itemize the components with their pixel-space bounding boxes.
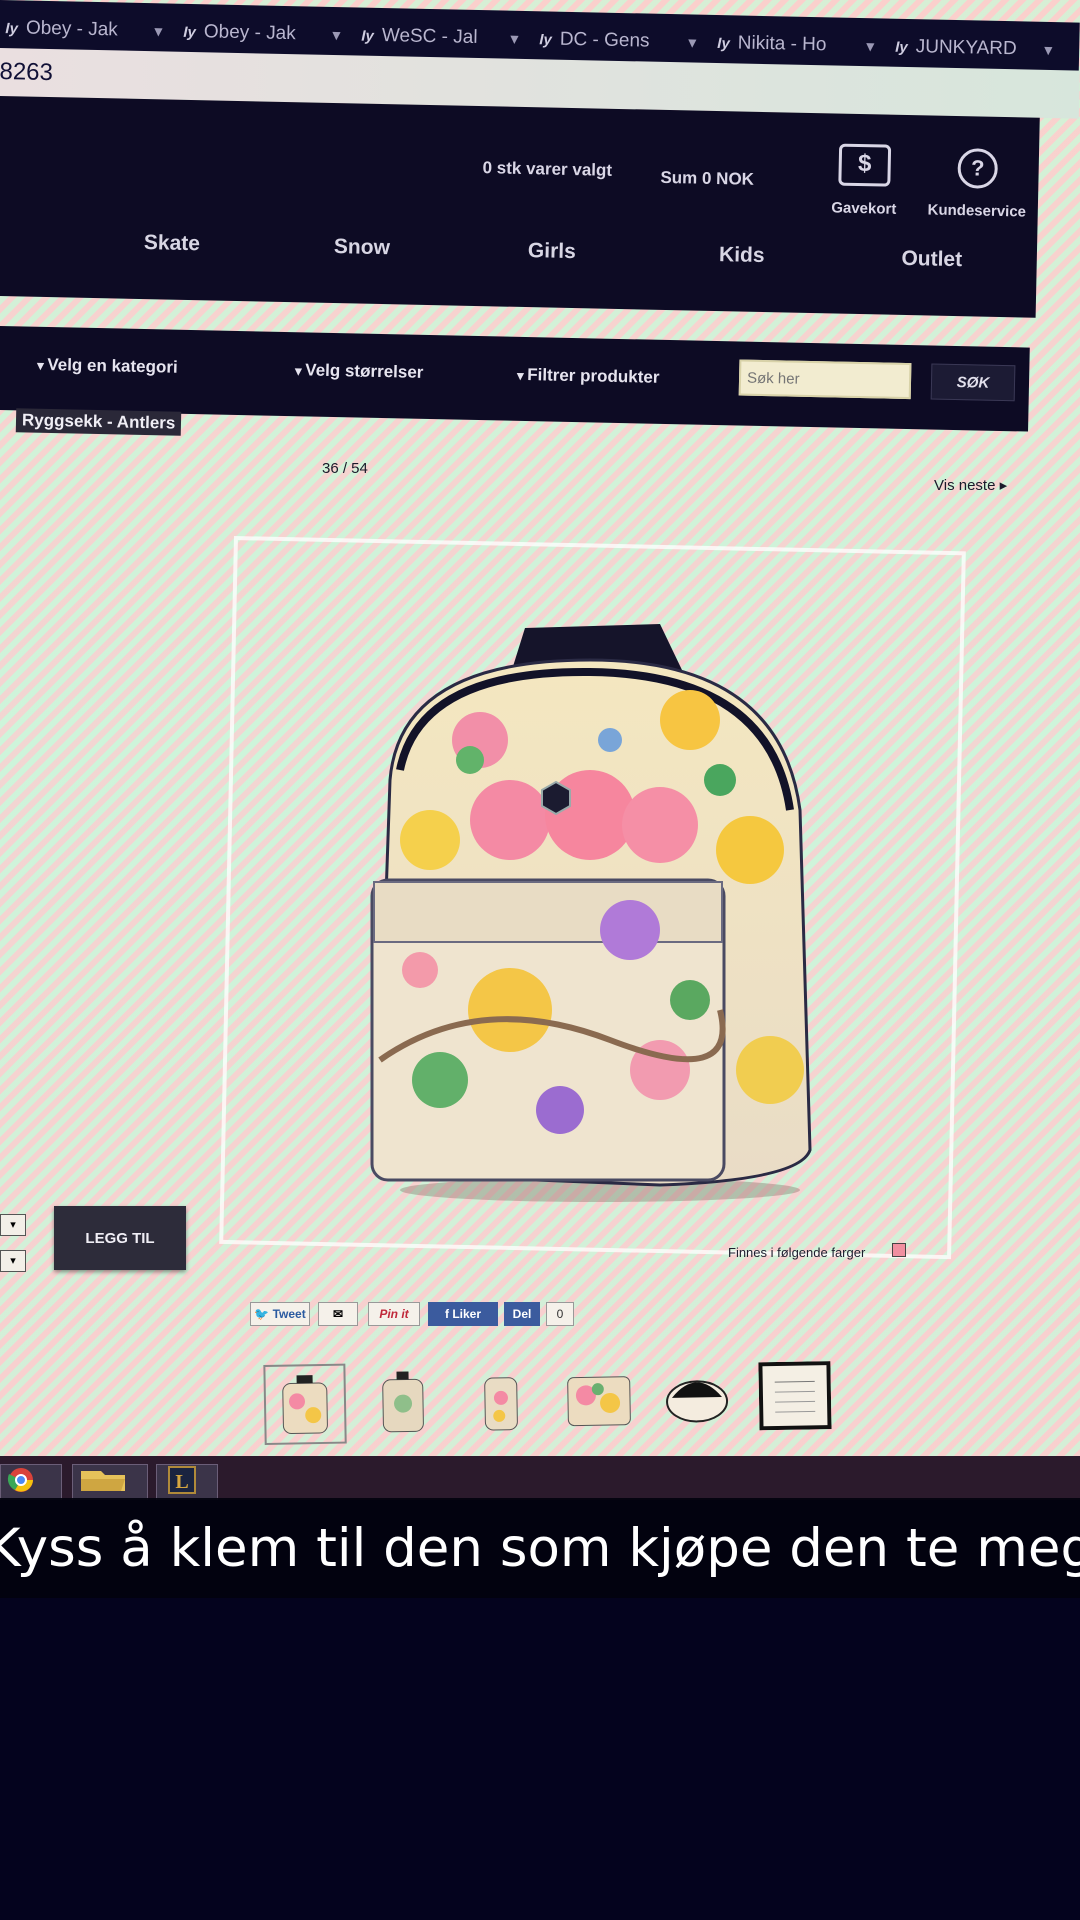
browser-tab[interactable]: Iy Obey - Jak ▼ [5,17,165,42]
envelope-icon: ✉ [332,1307,344,1321]
chevron-right-icon: ▸ [999,477,1008,494]
size-select[interactable]: ▾ [0,1214,26,1236]
nav-item-girls[interactable]: Girls [457,238,647,266]
add-to-cart-button[interactable]: LEGG TIL [54,1206,186,1270]
tab-favicon-icon: Iy [539,30,552,49]
address-text: 8263 [0,57,54,87]
folder-icon [81,1471,125,1491]
browser-tab[interactable]: Iy WeSC - Jal ▼ [361,25,521,50]
tab-favicon-icon: Iy [183,23,197,41]
customer-service-link[interactable]: ? Kundeservice [922,147,1033,221]
thumbnail[interactable] [361,1362,444,1443]
giftcard-icon: $ [838,143,892,187]
facebook-icon: f [444,1307,449,1321]
thumbnail[interactable] [263,1363,347,1445]
facebook-share-button[interactable]: Del [504,1302,540,1326]
quantity-select[interactable]: ▾ [0,1250,26,1272]
cart-sum[interactable]: Sum 0 NOK [660,168,754,210]
nav-item-skate[interactable]: Skate [77,230,267,258]
thumbnail-image [666,1380,729,1423]
browser-tab[interactable]: Iy JUNKYARD ▼ [895,36,1055,61]
sizes-dropdown[interactable]: Velg størrelser [295,360,423,383]
svg-text:L: L [175,1471,188,1493]
tab-close-icon[interactable]: ▼ [1041,42,1055,58]
thumbnail[interactable] [655,1357,738,1438]
browser-tab[interactable]: Iy DC - Gens ▼ [539,28,699,53]
facebook-like-button[interactable]: f Liker [428,1302,498,1326]
search-input[interactable] [738,359,912,400]
search-button[interactable]: SØK [930,363,1016,402]
like-count: 0 [546,1302,574,1326]
tab-close-icon[interactable]: ▼ [151,23,165,39]
thumbnail-strip [263,1355,836,1445]
tab-close-icon[interactable]: ▼ [329,27,343,43]
chrome-taskbar-button[interactable] [0,1464,62,1500]
browser-tab[interactable]: Iy Nikita - Ho ▼ [717,32,877,57]
email-share-button[interactable]: ✉ [318,1302,358,1326]
browser-tab[interactable]: Iy Obey - Jak ▼ [183,21,343,46]
thumbnail-image [758,1361,832,1431]
snap-caption: Kyss å klem til den som kjøpe den te meg [0,1498,1080,1598]
league-icon: L [168,1466,196,1494]
thumbnail[interactable] [753,1355,836,1436]
twitter-icon: 🐦 [254,1307,270,1321]
league-taskbar-button[interactable]: L [156,1464,218,1500]
tab-favicon-icon: Iy [717,34,730,52]
tweet-button[interactable]: 🐦 Tweet [250,1302,310,1326]
thumbnail-image [484,1377,518,1431]
giftcard-link[interactable]: $ Gavekort [814,143,916,218]
help-icon: ? [957,148,999,189]
cart-count[interactable]: 0 stk varer valgt [482,158,612,201]
next-product-link[interactable]: Vis neste ▸ [934,476,1007,494]
tab-favicon-icon: Iy [895,38,908,56]
chrome-icon [7,1468,33,1492]
explorer-taskbar-button[interactable] [72,1464,148,1500]
nav-item-kids[interactable]: Kids [647,242,837,270]
nav-item-outlet[interactable]: Outlet [837,246,1027,274]
site-header: 0 stk varer valgt Sum 0 NOK $ Gavekort ? K… [0,96,1040,318]
product-image[interactable] [360,610,830,1210]
tab-close-icon[interactable]: ▼ [507,31,521,47]
product-counter: 36 / 54 [322,460,368,477]
tab-close-icon[interactable]: ▼ [863,38,877,54]
tab-favicon-icon: Iy [361,27,375,45]
colors-note: Finnes i følgende farger [728,1245,866,1260]
nav-item-snow[interactable]: Snow [267,234,457,262]
pinit-button[interactable]: Pin it [368,1302,420,1326]
thumbnail-image [382,1371,424,1433]
category-dropdown[interactable]: Velg en kategori [37,355,178,378]
breadcrumb[interactable]: Ryggsekk - Antlers [15,408,182,436]
thumbnail-image [282,1375,328,1435]
main-nav: Skate Snow Girls Kids Outlet [0,228,1037,274]
thumbnail[interactable] [557,1358,640,1439]
tab-favicon-icon: Iy [5,19,19,37]
monitor-screen: Iy Obey - Jak ▼ Iy Obey - Jak ▼ Iy WeSC - Jal… [0,0,1080,1500]
os-taskbar: L [0,1456,1080,1500]
color-swatch[interactable] [892,1243,906,1257]
filter-products-dropdown[interactable]: Filtrer produkter [517,365,660,388]
tab-close-icon[interactable]: ▼ [685,34,699,50]
thumbnail-image [567,1376,631,1427]
thumbnail[interactable] [459,1360,542,1441]
